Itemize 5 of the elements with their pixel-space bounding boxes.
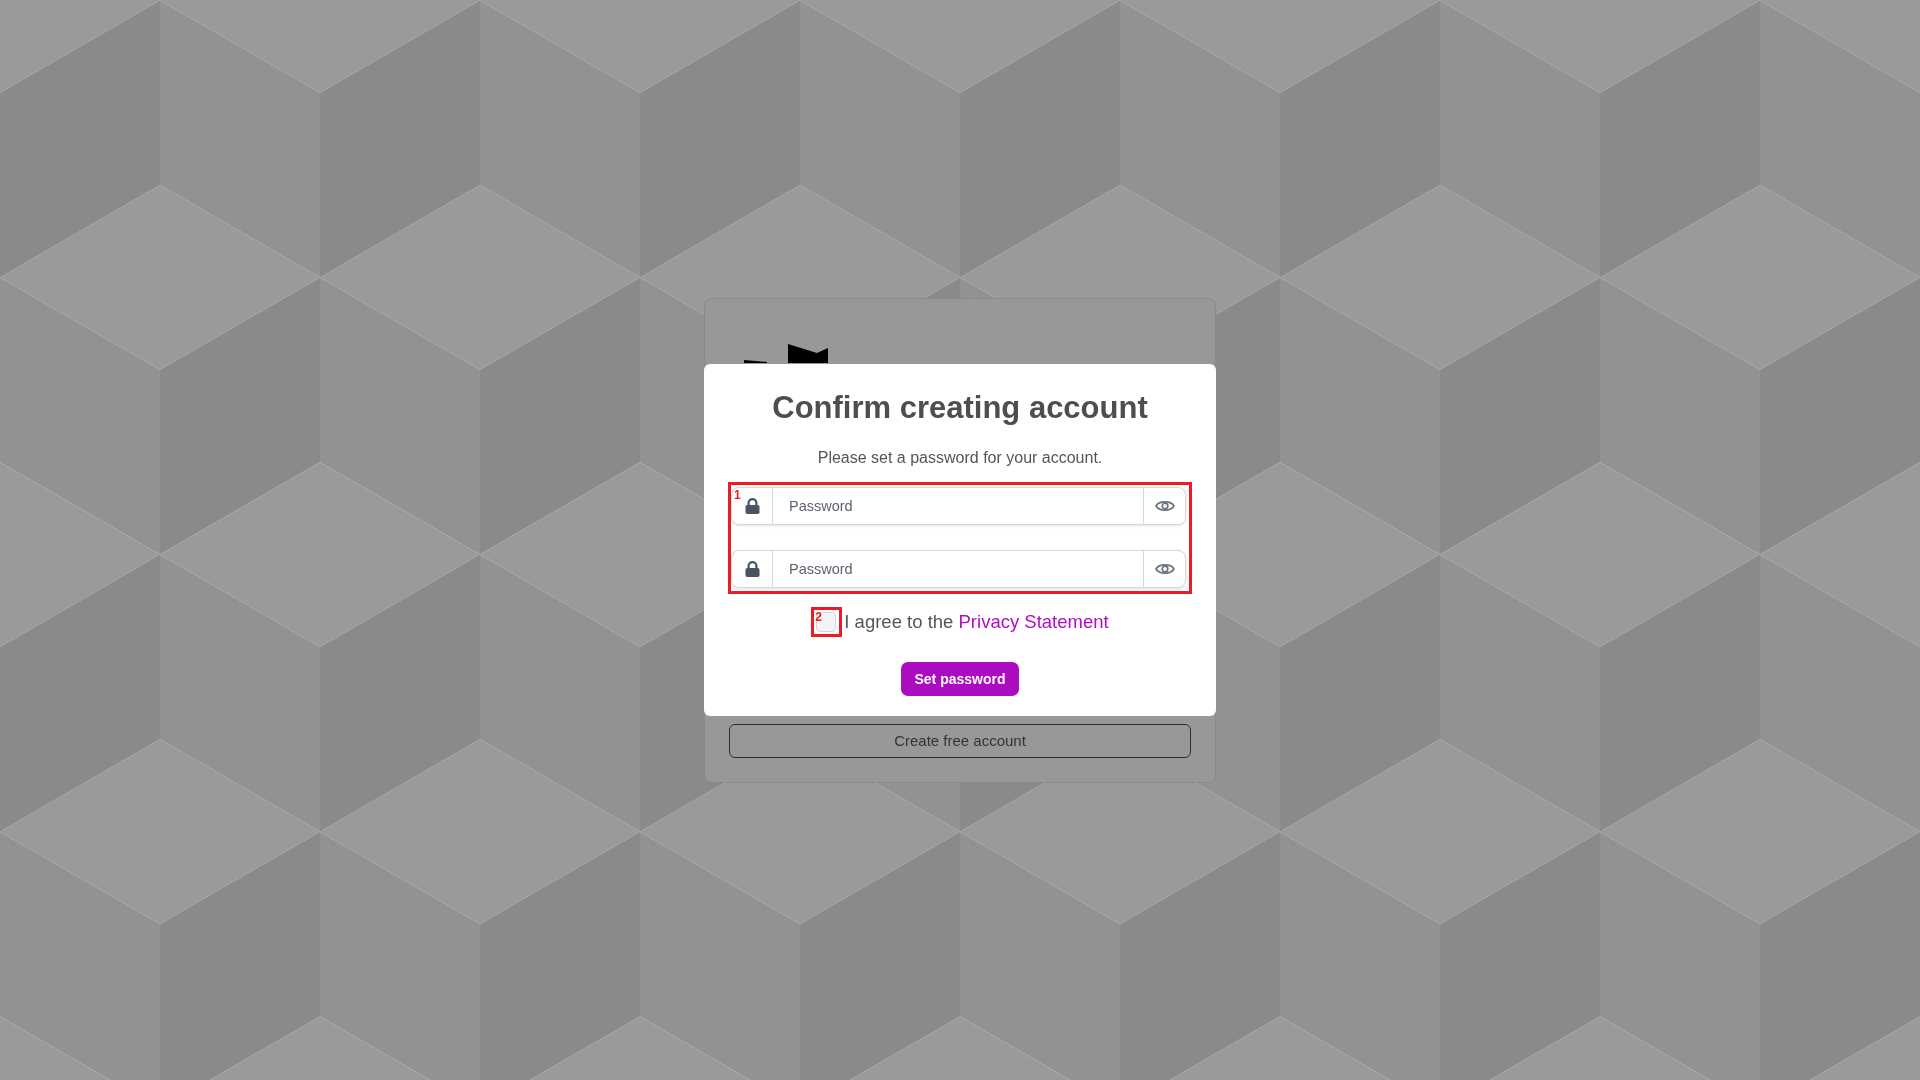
annotation-number: 2	[815, 611, 822, 623]
agreement-text: I agree to the Privacy Statement	[844, 610, 1109, 634]
annotation-number: 1	[734, 489, 741, 501]
dialog-title: Confirm creating account	[771, 389, 1149, 427]
dialog-subtitle: Please set a password for your account.	[816, 448, 1104, 468]
